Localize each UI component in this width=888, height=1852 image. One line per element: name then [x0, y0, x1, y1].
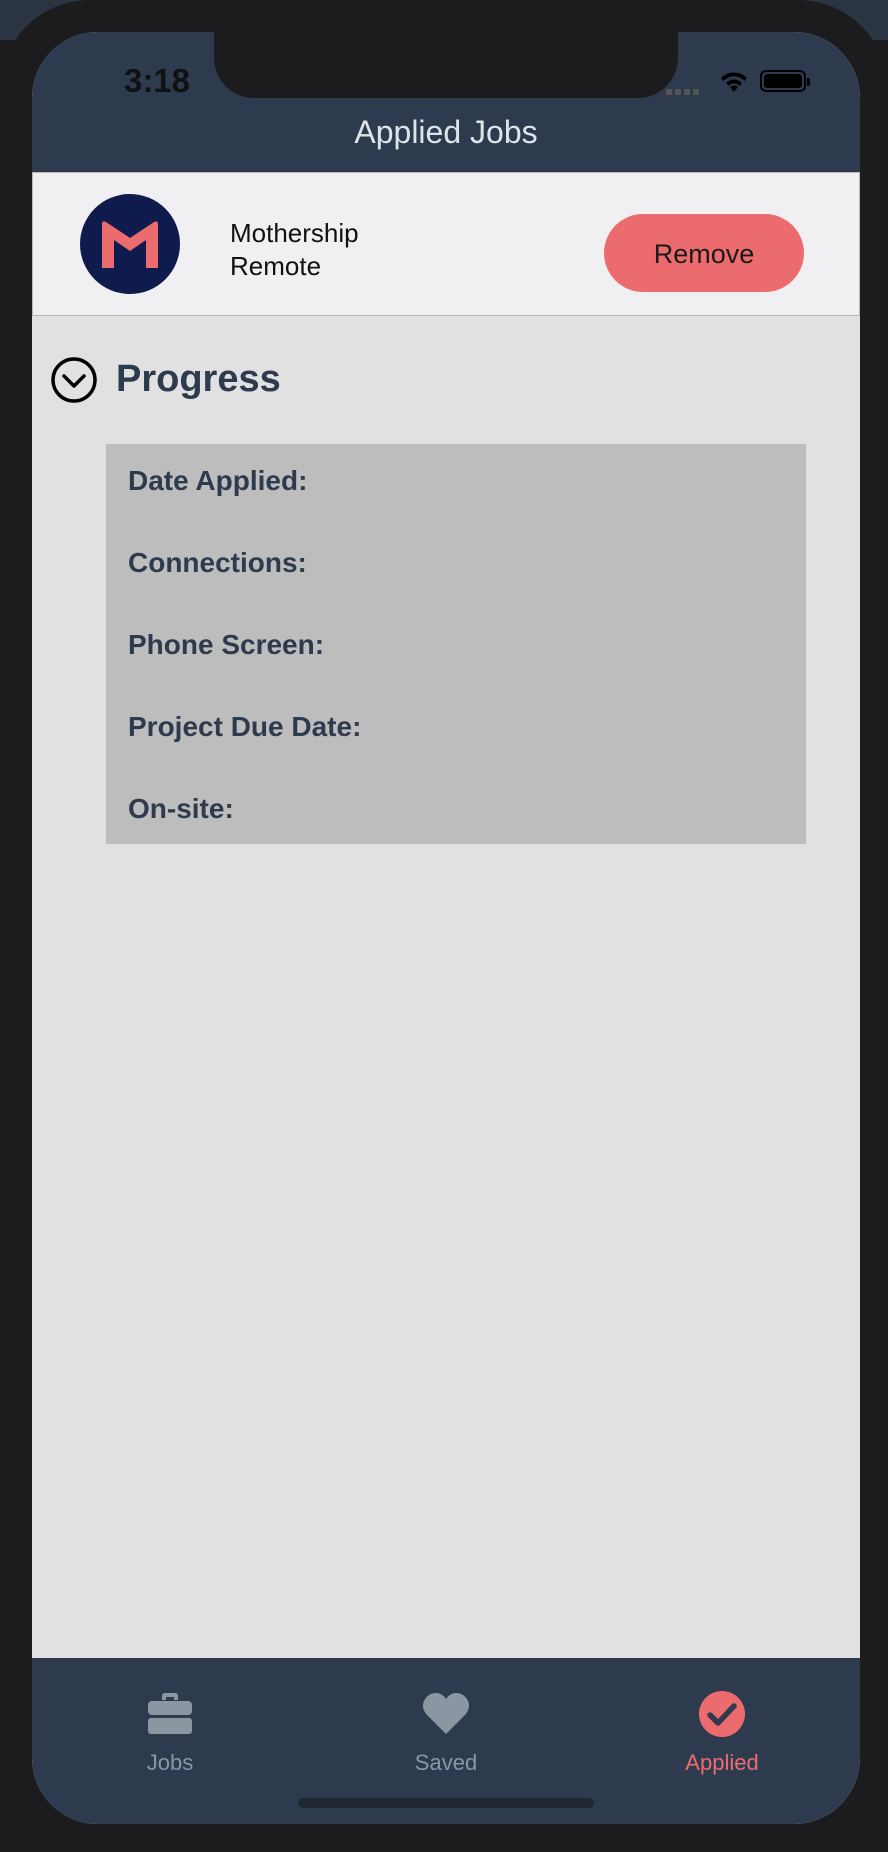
- tab-saved[interactable]: Saved: [308, 1658, 584, 1788]
- check-circle-icon: [699, 1691, 745, 1737]
- tab-bar: Jobs Saved Applied: [32, 1658, 860, 1824]
- tab-applied[interactable]: Applied: [584, 1658, 860, 1788]
- tab-jobs[interactable]: Jobs: [32, 1658, 308, 1788]
- phone-frame: 3:18 Applied Jobs Mothership Remote Remo…: [0, 0, 888, 1852]
- tab-applied-label: Applied: [685, 1750, 759, 1775]
- home-indicator: [298, 1798, 594, 1808]
- briefcase-icon: [148, 1693, 192, 1734]
- tab-saved-label: Saved: [414, 1750, 478, 1775]
- company-name: Mothership Remote: [230, 217, 359, 283]
- job-card: Mothership Remote Remove: [32, 172, 860, 316]
- battery-icon: [760, 70, 810, 92]
- app-screen: 3:18 Applied Jobs Mothership Remote Remo…: [32, 32, 860, 1824]
- device-notch: [214, 32, 678, 98]
- date-applied-label: Date Applied:: [128, 465, 308, 496]
- page-title: Applied Jobs: [354, 114, 538, 150]
- job-location: Remote: [230, 251, 322, 281]
- on-site-label: On-site:: [128, 793, 234, 824]
- cellular-signal-icon: [666, 82, 702, 100]
- status-time: 3:18: [123, 62, 191, 99]
- wifi-icon: [718, 68, 750, 99]
- company-logo: [80, 194, 180, 294]
- status-icons: [666, 68, 826, 98]
- company-name-line1: Mothership: [230, 218, 359, 248]
- heart-icon: [423, 1693, 469, 1734]
- chevron-down-circle-icon[interactable]: [50, 356, 98, 404]
- tab-jobs-label: Jobs: [146, 1750, 194, 1775]
- connections-label: Connections:: [128, 547, 307, 578]
- remove-button[interactable]: Remove: [604, 214, 804, 292]
- progress-title: Progress: [116, 358, 281, 400]
- progress-details-panel: Date Applied: Connections: Phone Screen:…: [106, 444, 806, 844]
- phone-screen-label: Phone Screen:: [128, 629, 325, 660]
- navigation-bar: 3:18 Applied Jobs: [32, 32, 860, 172]
- project-due-date-label: Project Due Date:: [128, 711, 362, 742]
